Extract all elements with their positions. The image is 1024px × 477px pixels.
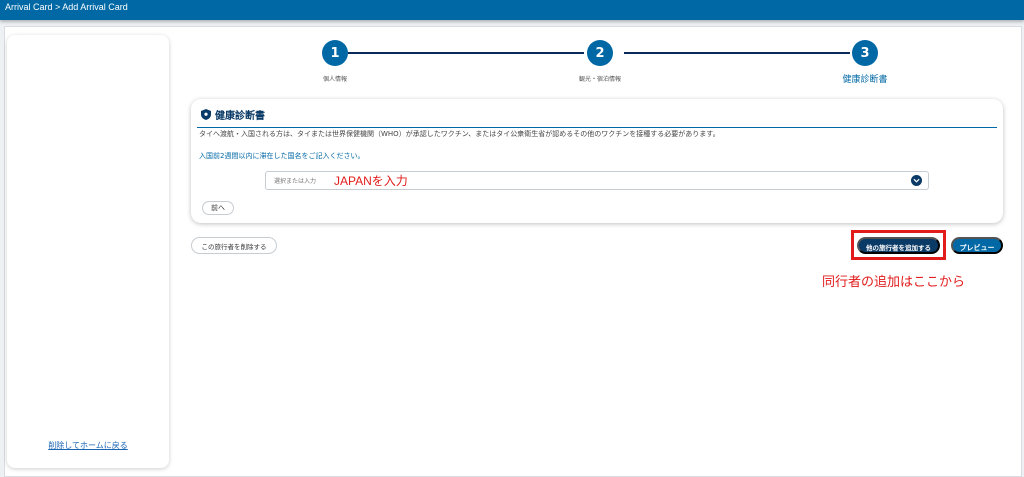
add-traveler-button[interactable]: 他の旅行者を追加する xyxy=(857,237,940,254)
card-divider xyxy=(197,127,997,128)
country-field-label: 入国前2週間以内に滞在した国名をご記入ください。 xyxy=(199,152,365,160)
vaccine-notice: タイへ渡航・入国される方は、タイまたは世界保健機関（WHO）が承認したワクチン、… xyxy=(199,130,720,138)
delete-and-home-link[interactable]: 削除してホームに戻る xyxy=(7,440,169,451)
health-certificate-card: 健康診断書 タイへ渡航・入国される方は、タイまたは世界保健機関（WHO）が承認し… xyxy=(191,99,1003,223)
shield-icon xyxy=(201,109,211,120)
card-title: 健康診断書 xyxy=(215,111,265,122)
add-traveler-annotation: 同行者の追加はここから xyxy=(822,274,966,289)
country-select-placeholder: 選択または入力 xyxy=(274,178,317,185)
delete-traveler-button[interactable]: この旅行者を削除する xyxy=(191,237,277,254)
card-header: 健康診断書 xyxy=(201,107,265,122)
step-connector-2-3 xyxy=(624,52,850,54)
country-select[interactable]: 選択または入力 JAPANを入力 xyxy=(265,171,929,190)
progress-stepper: 1 個人情報 2 観光・宿泊情報 3 健康診断書 xyxy=(290,40,910,85)
input-annotation: JAPANを入力 xyxy=(334,174,408,188)
preview-button[interactable]: プレビュー xyxy=(951,237,1003,254)
previous-button[interactable]: 前へ xyxy=(202,201,234,215)
step-connector-1-2 xyxy=(348,52,584,54)
step-number: 2 xyxy=(587,40,613,66)
sidebar: 削除してホームに戻る xyxy=(7,35,169,468)
step-number: 1 xyxy=(322,40,348,66)
step-personal-info: 1 個人情報 xyxy=(300,40,370,83)
step-label: 健康診断書 xyxy=(842,75,888,85)
chevron-down-icon[interactable] xyxy=(911,175,922,186)
step-label: 観光・宿泊情報 xyxy=(578,76,621,83)
step-travel-info: 2 観光・宿泊情報 xyxy=(550,40,650,83)
step-health-certificate: 3 健康診断書 xyxy=(830,40,900,85)
top-bar: Arrival Card > Add Arrival Card xyxy=(0,0,1024,20)
step-number: 3 xyxy=(852,40,878,66)
step-label: 個人情報 xyxy=(322,76,347,83)
breadcrumb: Arrival Card > Add Arrival Card xyxy=(5,2,128,12)
